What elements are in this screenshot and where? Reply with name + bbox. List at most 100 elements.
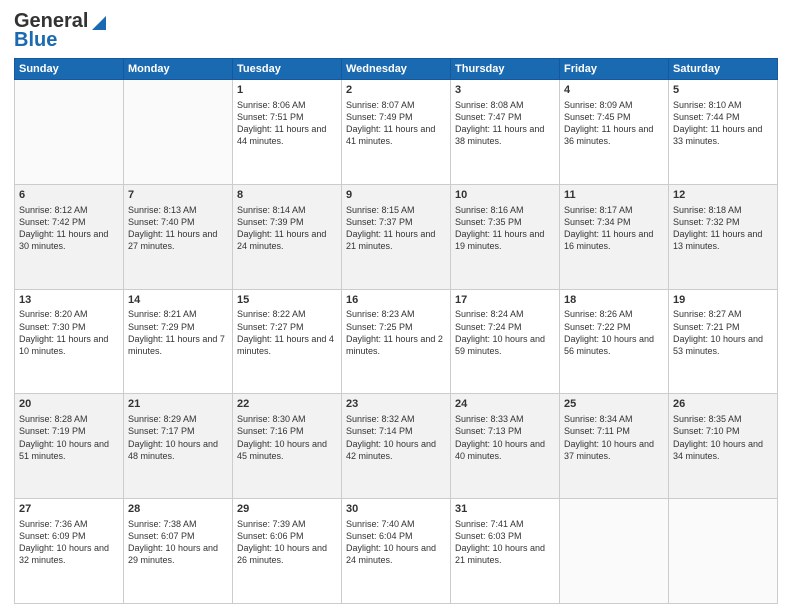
day-info: Sunrise: 8:16 AM Sunset: 7:35 PM Dayligh… [455, 204, 555, 253]
day-info: Sunrise: 8:33 AM Sunset: 7:13 PM Dayligh… [455, 413, 555, 462]
calendar-cell: 27Sunrise: 7:36 AM Sunset: 6:09 PM Dayli… [15, 499, 124, 604]
page: General Blue SundayMondayTuesdayWednesda… [0, 0, 792, 612]
day-info: Sunrise: 8:17 AM Sunset: 7:34 PM Dayligh… [564, 204, 664, 253]
day-info: Sunrise: 8:13 AM Sunset: 7:40 PM Dayligh… [128, 204, 228, 253]
day-number: 16 [346, 293, 446, 308]
day-info: Sunrise: 7:38 AM Sunset: 6:07 PM Dayligh… [128, 518, 228, 567]
day-info: Sunrise: 8:28 AM Sunset: 7:19 PM Dayligh… [19, 413, 119, 462]
calendar-cell: 8Sunrise: 8:14 AM Sunset: 7:39 PM Daylig… [233, 184, 342, 289]
calendar-cell: 11Sunrise: 8:17 AM Sunset: 7:34 PM Dayli… [560, 184, 669, 289]
day-number: 30 [346, 502, 446, 517]
day-info: Sunrise: 8:35 AM Sunset: 7:10 PM Dayligh… [673, 413, 773, 462]
calendar-cell: 18Sunrise: 8:26 AM Sunset: 7:22 PM Dayli… [560, 289, 669, 394]
day-info: Sunrise: 8:30 AM Sunset: 7:16 PM Dayligh… [237, 413, 337, 462]
header: General Blue [14, 10, 778, 52]
calendar-cell: 12Sunrise: 8:18 AM Sunset: 7:32 PM Dayli… [669, 184, 778, 289]
day-number: 21 [128, 397, 228, 412]
day-info: Sunrise: 8:29 AM Sunset: 7:17 PM Dayligh… [128, 413, 228, 462]
calendar-cell: 29Sunrise: 7:39 AM Sunset: 6:06 PM Dayli… [233, 499, 342, 604]
day-number: 18 [564, 293, 664, 308]
day-info: Sunrise: 8:07 AM Sunset: 7:49 PM Dayligh… [346, 99, 446, 148]
calendar-cell: 3Sunrise: 8:08 AM Sunset: 7:47 PM Daylig… [451, 80, 560, 185]
calendar-cell: 22Sunrise: 8:30 AM Sunset: 7:16 PM Dayli… [233, 394, 342, 499]
calendar-week-row: 13Sunrise: 8:20 AM Sunset: 7:30 PM Dayli… [15, 289, 778, 394]
day-number: 31 [455, 502, 555, 517]
day-info: Sunrise: 8:08 AM Sunset: 7:47 PM Dayligh… [455, 99, 555, 148]
calendar-cell: 14Sunrise: 8:21 AM Sunset: 7:29 PM Dayli… [124, 289, 233, 394]
calendar-header-tuesday: Tuesday [233, 59, 342, 80]
day-number: 15 [237, 293, 337, 308]
calendar-week-row: 1Sunrise: 8:06 AM Sunset: 7:51 PM Daylig… [15, 80, 778, 185]
calendar-header-wednesday: Wednesday [342, 59, 451, 80]
calendar-cell: 31Sunrise: 7:41 AM Sunset: 6:03 PM Dayli… [451, 499, 560, 604]
day-number: 4 [564, 83, 664, 98]
calendar-cell: 30Sunrise: 7:40 AM Sunset: 6:04 PM Dayli… [342, 499, 451, 604]
day-info: Sunrise: 8:20 AM Sunset: 7:30 PM Dayligh… [19, 308, 119, 357]
day-number: 8 [237, 188, 337, 203]
calendar-cell: 23Sunrise: 8:32 AM Sunset: 7:14 PM Dayli… [342, 394, 451, 499]
logo: General Blue [14, 10, 108, 52]
calendar-header-thursday: Thursday [451, 59, 560, 80]
calendar-cell: 4Sunrise: 8:09 AM Sunset: 7:45 PM Daylig… [560, 80, 669, 185]
calendar-cell: 20Sunrise: 8:28 AM Sunset: 7:19 PM Dayli… [15, 394, 124, 499]
day-number: 14 [128, 293, 228, 308]
day-info: Sunrise: 8:23 AM Sunset: 7:25 PM Dayligh… [346, 308, 446, 357]
day-info: Sunrise: 7:40 AM Sunset: 6:04 PM Dayligh… [346, 518, 446, 567]
day-info: Sunrise: 8:09 AM Sunset: 7:45 PM Dayligh… [564, 99, 664, 148]
day-number: 3 [455, 83, 555, 98]
calendar-header-row: SundayMondayTuesdayWednesdayThursdayFrid… [15, 59, 778, 80]
calendar-cell: 24Sunrise: 8:33 AM Sunset: 7:13 PM Dayli… [451, 394, 560, 499]
day-number: 9 [346, 188, 446, 203]
day-number: 24 [455, 397, 555, 412]
calendar-cell: 19Sunrise: 8:27 AM Sunset: 7:21 PM Dayli… [669, 289, 778, 394]
calendar-cell [560, 499, 669, 604]
day-info: Sunrise: 8:24 AM Sunset: 7:24 PM Dayligh… [455, 308, 555, 357]
day-number: 1 [237, 83, 337, 98]
day-info: Sunrise: 8:27 AM Sunset: 7:21 PM Dayligh… [673, 308, 773, 357]
day-number: 17 [455, 293, 555, 308]
calendar-cell: 2Sunrise: 8:07 AM Sunset: 7:49 PM Daylig… [342, 80, 451, 185]
calendar-week-row: 27Sunrise: 7:36 AM Sunset: 6:09 PM Dayli… [15, 499, 778, 604]
calendar-cell: 1Sunrise: 8:06 AM Sunset: 7:51 PM Daylig… [233, 80, 342, 185]
calendar-cell: 17Sunrise: 8:24 AM Sunset: 7:24 PM Dayli… [451, 289, 560, 394]
calendar-cell: 6Sunrise: 8:12 AM Sunset: 7:42 PM Daylig… [15, 184, 124, 289]
day-info: Sunrise: 8:32 AM Sunset: 7:14 PM Dayligh… [346, 413, 446, 462]
day-info: Sunrise: 8:14 AM Sunset: 7:39 PM Dayligh… [237, 204, 337, 253]
calendar-header-sunday: Sunday [15, 59, 124, 80]
calendar-cell: 28Sunrise: 7:38 AM Sunset: 6:07 PM Dayli… [124, 499, 233, 604]
calendar-cell: 10Sunrise: 8:16 AM Sunset: 7:35 PM Dayli… [451, 184, 560, 289]
calendar-cell: 7Sunrise: 8:13 AM Sunset: 7:40 PM Daylig… [124, 184, 233, 289]
day-number: 10 [455, 188, 555, 203]
calendar-cell: 9Sunrise: 8:15 AM Sunset: 7:37 PM Daylig… [342, 184, 451, 289]
calendar-cell: 25Sunrise: 8:34 AM Sunset: 7:11 PM Dayli… [560, 394, 669, 499]
calendar-table: SundayMondayTuesdayWednesdayThursdayFrid… [14, 58, 778, 604]
day-info: Sunrise: 8:12 AM Sunset: 7:42 PM Dayligh… [19, 204, 119, 253]
calendar-cell: 15Sunrise: 8:22 AM Sunset: 7:27 PM Dayli… [233, 289, 342, 394]
calendar-week-row: 6Sunrise: 8:12 AM Sunset: 7:42 PM Daylig… [15, 184, 778, 289]
day-number: 6 [19, 188, 119, 203]
calendar-cell [124, 80, 233, 185]
day-number: 27 [19, 502, 119, 517]
logo-blue-text: Blue [14, 29, 57, 52]
day-number: 7 [128, 188, 228, 203]
calendar-cell: 5Sunrise: 8:10 AM Sunset: 7:44 PM Daylig… [669, 80, 778, 185]
calendar-cell [15, 80, 124, 185]
day-number: 11 [564, 188, 664, 203]
calendar-cell [669, 499, 778, 604]
day-number: 25 [564, 397, 664, 412]
day-info: Sunrise: 8:34 AM Sunset: 7:11 PM Dayligh… [564, 413, 664, 462]
calendar-cell: 16Sunrise: 8:23 AM Sunset: 7:25 PM Dayli… [342, 289, 451, 394]
day-number: 13 [19, 293, 119, 308]
calendar-header-monday: Monday [124, 59, 233, 80]
day-number: 20 [19, 397, 119, 412]
day-number: 28 [128, 502, 228, 517]
calendar-cell: 13Sunrise: 8:20 AM Sunset: 7:30 PM Dayli… [15, 289, 124, 394]
calendar-week-row: 20Sunrise: 8:28 AM Sunset: 7:19 PM Dayli… [15, 394, 778, 499]
calendar-cell: 21Sunrise: 8:29 AM Sunset: 7:17 PM Dayli… [124, 394, 233, 499]
day-info: Sunrise: 8:10 AM Sunset: 7:44 PM Dayligh… [673, 99, 773, 148]
calendar-header-friday: Friday [560, 59, 669, 80]
day-number: 19 [673, 293, 773, 308]
logo-triangle-icon [90, 14, 108, 32]
day-number: 26 [673, 397, 773, 412]
calendar-header-saturday: Saturday [669, 59, 778, 80]
